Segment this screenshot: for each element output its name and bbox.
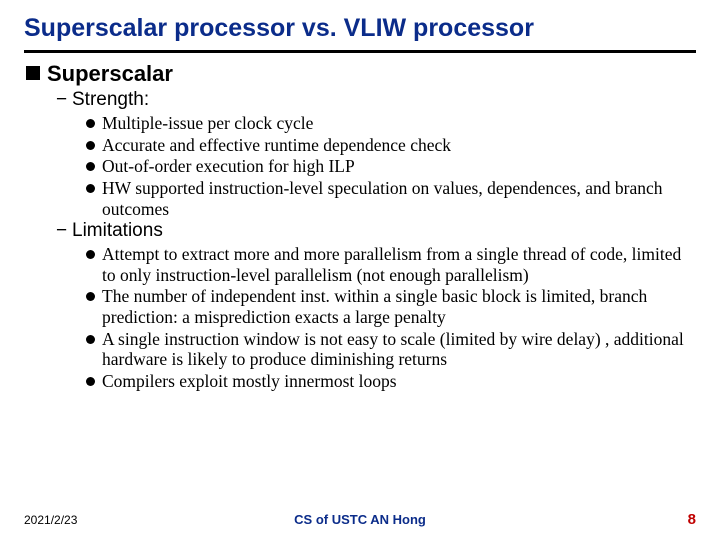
- list-item: Accurate and effective runtime dependenc…: [86, 135, 686, 156]
- item-text: Out-of-order execution for high ILP: [102, 156, 355, 177]
- list-item: A single instruction window is not easy …: [86, 329, 686, 370]
- footer-page-number: 8: [688, 511, 696, 528]
- slide-body: Superscalar processor vs. VLIW processor…: [0, 0, 720, 392]
- item-text: HW supported instruction-level speculati…: [102, 178, 686, 219]
- subheading-text: Strength:: [72, 89, 149, 111]
- slide-footer: 2021/2/23 CS of USTC AN Hong 8: [0, 511, 720, 528]
- dash-bullet-icon: −: [56, 220, 66, 242]
- item-text: The number of independent inst. within a…: [102, 286, 686, 327]
- list-item: The number of independent inst. within a…: [86, 286, 686, 327]
- subheading-limitations: − Limitations: [56, 220, 696, 242]
- item-text: Compilers exploit mostly innermost loops: [102, 371, 397, 392]
- list-item: Attempt to extract more and more paralle…: [86, 244, 686, 285]
- item-text: A single instruction window is not easy …: [102, 329, 686, 370]
- dot-bullet-icon: [86, 250, 95, 259]
- dot-bullet-icon: [86, 335, 95, 344]
- title-underline: [24, 50, 696, 53]
- dot-bullet-icon: [86, 119, 95, 128]
- dot-bullet-icon: [86, 377, 95, 386]
- list-item: Compilers exploit mostly innermost loops: [86, 371, 686, 392]
- dot-bullet-icon: [86, 141, 95, 150]
- list-item: Multiple-issue per clock cycle: [86, 113, 686, 134]
- dot-bullet-icon: [86, 292, 95, 301]
- list-item: Out-of-order execution for high ILP: [86, 156, 686, 177]
- dash-bullet-icon: −: [56, 89, 66, 111]
- square-bullet-icon: [26, 66, 40, 80]
- heading-text: Superscalar: [47, 61, 173, 87]
- slide-title: Superscalar processor vs. VLIW processor: [24, 14, 696, 43]
- list-item: HW supported instruction-level speculati…: [86, 178, 686, 219]
- subheading-text: Limitations: [72, 220, 163, 242]
- item-text: Attempt to extract more and more paralle…: [102, 244, 686, 285]
- dot-bullet-icon: [86, 184, 95, 193]
- dot-bullet-icon: [86, 162, 95, 171]
- item-text: Multiple-issue per clock cycle: [102, 113, 313, 134]
- footer-center: CS of USTC AN Hong: [294, 512, 426, 527]
- subheading-strength: − Strength:: [56, 89, 696, 111]
- item-text: Accurate and effective runtime dependenc…: [102, 135, 451, 156]
- footer-date: 2021/2/23: [24, 513, 77, 527]
- heading-superscalar: Superscalar: [26, 61, 696, 87]
